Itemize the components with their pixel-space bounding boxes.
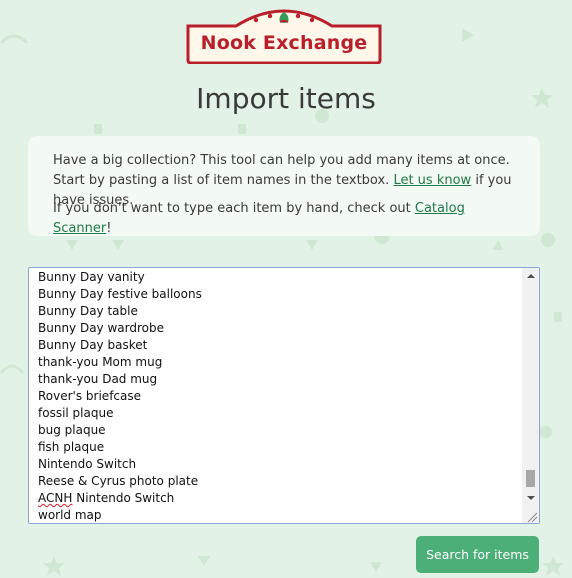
- leaf-icon: [277, 10, 291, 24]
- textarea-line: Bunny Day table: [38, 304, 138, 318]
- catalog-suffix: !: [106, 221, 112, 236]
- let-us-know-link[interactable]: Let us know: [393, 173, 471, 188]
- logo-text: Nook Exchange: [200, 32, 368, 54]
- textarea-line: Bunny Day vanity: [38, 270, 145, 284]
- textarea-scrollbar[interactable]: [522, 268, 539, 523]
- scrollbar-thumb[interactable]: [526, 470, 535, 487]
- textarea-line: fish plaque: [38, 440, 105, 454]
- resize-handle-icon[interactable]: [524, 508, 538, 523]
- textarea-line: Bunny Day wardrobe: [38, 321, 164, 335]
- catalog-scanner-paragraph: If you don't want to type each item by h…: [53, 199, 523, 239]
- textarea-line: thank-you Mom mug: [38, 355, 163, 369]
- textarea-line: Rover's briefcase: [38, 389, 142, 403]
- textarea-line: Bunny Day basket: [38, 338, 148, 352]
- nook-exchange-logo[interactable]: Nook Exchange: [184, 2, 384, 64]
- page-title: Import items: [196, 82, 376, 115]
- search-for-items-button[interactable]: Search for items: [416, 536, 539, 573]
- textarea-line: ACNH Nintendo Switch: [38, 490, 518, 507]
- info-card: Have a big collection? This tool can hel…: [28, 136, 540, 236]
- textarea-line: bug plaque: [38, 423, 106, 437]
- item-names-textarea[interactable]: Bunny Day vanity Bunny Day festive ballo…: [28, 267, 540, 524]
- textarea-line: Reese & Cyrus photo plate: [38, 474, 199, 488]
- misspelled-word: ACNH: [38, 491, 73, 505]
- textarea-line: thank-you Dad mug: [38, 372, 158, 386]
- catalog-prefix: If you don't want to type each item by h…: [53, 201, 411, 216]
- textarea-line: Nintendo Switch: [38, 457, 137, 471]
- textarea-line: fossil plaque: [38, 406, 114, 420]
- scroll-down-arrow-icon[interactable]: [522, 489, 539, 506]
- scroll-up-arrow-icon[interactable]: [522, 268, 539, 285]
- textarea-line: Bunny Day festive balloons: [38, 287, 202, 301]
- textarea-content[interactable]: Bunny Day vanity Bunny Day festive ballo…: [38, 269, 518, 523]
- textarea-line: world map: [38, 508, 102, 522]
- line-remainder: Nintendo Switch: [76, 491, 175, 505]
